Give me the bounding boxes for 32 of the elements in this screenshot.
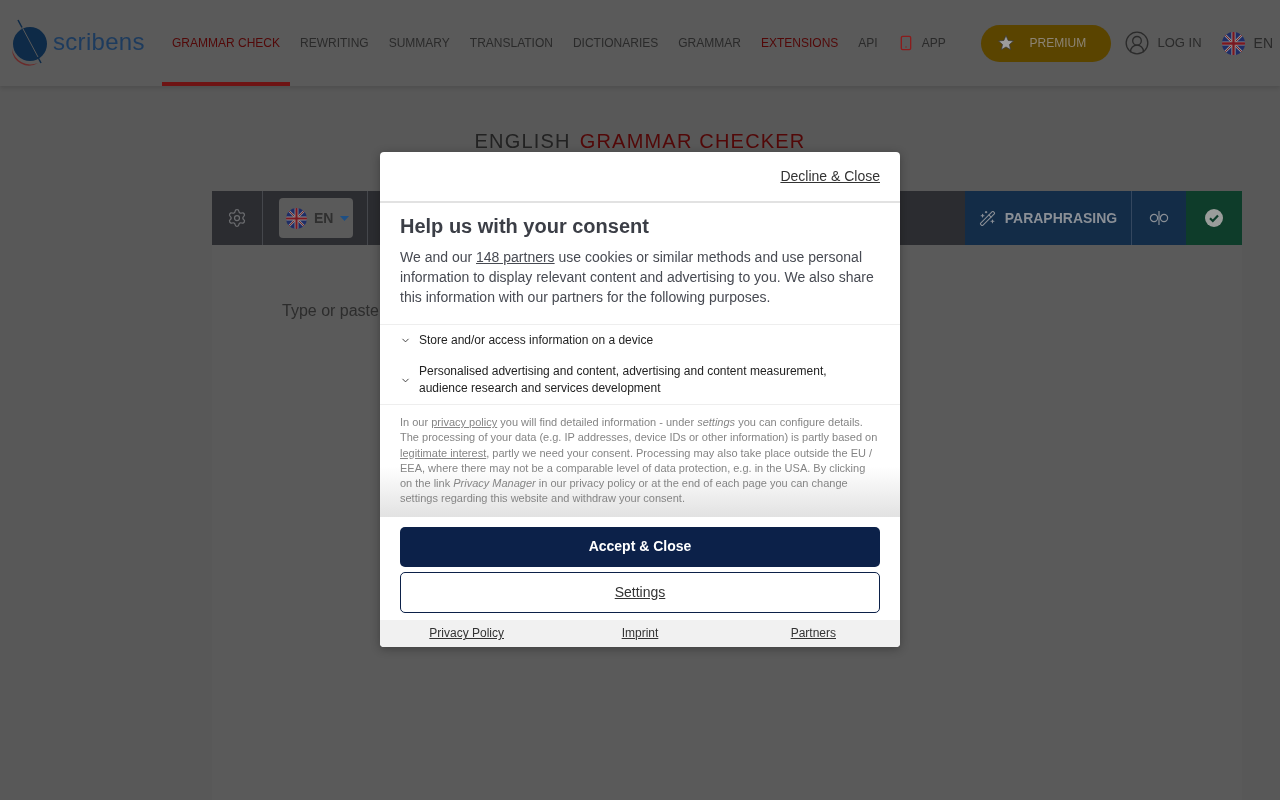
purpose-label: Store and/or access information on a device (419, 332, 655, 349)
uk-flag-icon (286, 207, 307, 229)
split-circles-icon (1149, 211, 1169, 225)
nav-link[interactable]: EXTENSIONS (750, 0, 849, 86)
settings-icon (227, 208, 247, 228)
nav-link[interactable]: GRAMMAR CHECK (162, 0, 290, 86)
settings-link-button[interactable]: Settings (400, 571, 880, 613)
check-circle-icon (1205, 209, 1223, 227)
privacy-details-text: In our privacy policy you will find detailed information - under settings you can configure details. The processing of your data (e.g. IP addresses, device IDs or other information) is partly based on legitimate interest, partly we need your consent. Processing may also take place outside the EU / EEA, where there may not be a comparable level of data protection, e.g. in the USA. By clicking on the link Privacy Manager in our privacy policy or at the end of each page you can change settings regarding this website and withdraw your consent. (400, 415, 879, 507)
page-title-accent: GRAMMAR CHECKER (579, 129, 806, 154)
dialog-heading: Help us with your consent (400, 214, 650, 238)
uk-flag-icon (1221, 31, 1245, 55)
paraphrasing-button[interactable]: PARAPHRASING (965, 191, 1131, 245)
policy-link[interactable]: privacy policy (431, 416, 498, 428)
compare-button[interactable] (1131, 191, 1186, 245)
footer-link[interactable]: Privacy Policy (429, 624, 504, 643)
check-button[interactable] (1186, 191, 1242, 245)
accept-button[interactable]: Accept & Close (400, 526, 880, 567)
dialog-intro-text: We and our 148 partners use cookies or similar methods and use personal information to display relevant content and advertising to you. We also share this information with our partners for the following purposes. (400, 248, 875, 307)
purpose-row[interactable]: Personalised advertising and content, advertising and content measurement, audience research and services development (400, 356, 880, 404)
logo-wordmark: scribens (53, 29, 145, 57)
premium-button[interactable]: PREMIUM (981, 24, 1112, 62)
partners-link[interactable]: 148 partners (476, 249, 555, 265)
star-icon (997, 34, 1016, 52)
footer-link[interactable]: Partners (790, 624, 836, 643)
magic-wand-icon (978, 209, 996, 227)
caret-icon (340, 215, 350, 221)
purpose-row[interactable]: Store and/or access information on a device (400, 325, 880, 356)
footer-link[interactable]: Imprint (621, 624, 659, 643)
decline-link[interactable]: Decline & Close (780, 166, 880, 187)
purpose-label: Personalised advertising and content, advertising and content measurement, audience research and services development (419, 363, 828, 397)
user-icon (1124, 30, 1151, 56)
